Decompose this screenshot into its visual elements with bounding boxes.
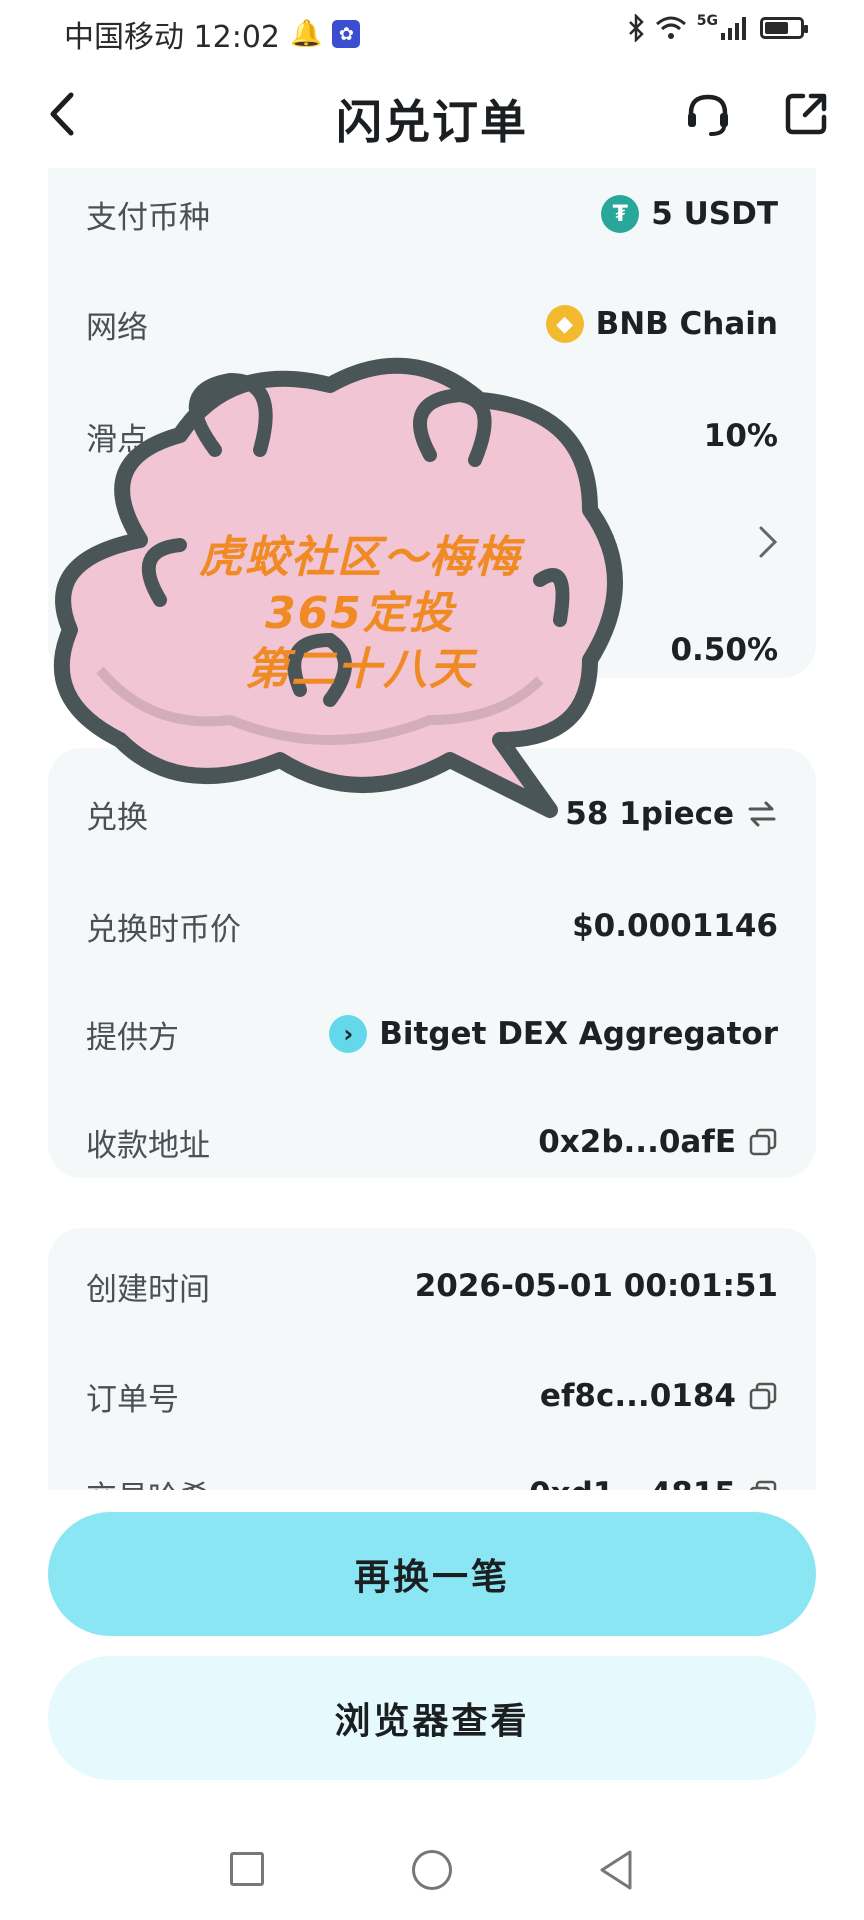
swap-again-button[interactable]: 再换一笔 (48, 1512, 816, 1636)
tx-hash-row: 交易哈希 0xd1...4815 (86, 1464, 778, 1490)
row-label: 交易哈希 (86, 1472, 210, 1491)
copy-icon[interactable] (748, 1479, 778, 1490)
tx-hash-value: 0xd1...4815 (529, 1476, 736, 1490)
status-left: 中国移动 12:02 🔔 ✿ (64, 12, 361, 56)
battery-icon (760, 17, 808, 39)
provider-value: Bitget DEX Aggregator (379, 1016, 778, 1052)
pay-coin-value: 5 USDT (651, 196, 778, 232)
sticker-line-3: 第二十八天 (245, 644, 475, 695)
share-button[interactable] (778, 86, 834, 142)
order-info-card: 创建时间 2026-05-01 00:01:51 订单号 ef8c...0184… (48, 1228, 816, 1490)
row-label: 创建时间 (86, 1271, 210, 1308)
order-id-value: ef8c...0184 (539, 1378, 736, 1414)
status-bar: 中国移动 12:02 🔔 ✿ 5G (0, 0, 864, 64)
network-value: BNB Chain (595, 306, 778, 342)
row-value: › Bitget DEX Aggregator (329, 1015, 778, 1053)
network-type-label: 5G (696, 13, 718, 29)
row-label: 收款地址 (86, 1127, 210, 1164)
row-label: 兑换时币价 (86, 911, 241, 948)
sticker-text: 虎蛟社区～梅梅 365定投 第二十八天 (130, 530, 590, 698)
bnb-coin-icon: ◆ (545, 305, 584, 343)
slippage-value: 10% (703, 418, 778, 454)
fee-value: 0.50% (670, 632, 778, 668)
wifi-icon (655, 16, 686, 39)
row-label: 提供方 (86, 1019, 179, 1056)
bluetooth-icon (628, 14, 644, 42)
headset-icon (688, 94, 728, 136)
bitget-logo-icon: › (329, 1015, 368, 1053)
row-label: 订单号 (86, 1381, 179, 1418)
external-link-icon (785, 93, 827, 135)
back-triangle-icon[interactable] (596, 1848, 636, 1892)
row-value: ef8c...0184 (540, 1378, 778, 1414)
sticker-line-1: 虎蛟社区～梅梅 (199, 532, 521, 583)
nav-bar: 闪兑订单 (0, 64, 864, 168)
system-nav-bar (0, 1800, 864, 1920)
signal-icon (721, 17, 746, 40)
carrier-time: 中国移动 12:02 (64, 20, 280, 55)
usdt-coin-icon: ₮ (601, 195, 640, 233)
address-row: 收款地址 0x2b...0afE (86, 1112, 778, 1172)
status-right: 5G (627, 13, 808, 42)
sticker-line-2: 365定投 (265, 588, 455, 639)
chevron-right-icon[interactable] (758, 525, 778, 559)
provider-row: 提供方 › Bitget DEX Aggregator (86, 1004, 778, 1064)
created-time-value: 2026-05-01 00:01:51 (414, 1268, 778, 1304)
row-value: 0xd1...4815 (529, 1476, 778, 1490)
copy-icon[interactable] (748, 1381, 778, 1411)
swap-price-value: $0.0001146 (572, 908, 778, 944)
address-value: 0x2b...0afE (538, 1124, 736, 1160)
row-value: 0x2b...0afE (538, 1124, 778, 1160)
notification-bell-icon: 🔔 (290, 19, 323, 49)
home-icon[interactable] (412, 1850, 452, 1890)
pay-coin-row: 支付币种 ₮ 5 USDT (86, 184, 778, 244)
swap-icon[interactable] (746, 799, 778, 829)
created-time-row: 创建时间 2026-05-01 00:01:51 (86, 1256, 778, 1316)
row-value: ₮ 5 USDT (601, 195, 778, 233)
app-notification-icon: ✿ (332, 20, 361, 48)
copy-icon[interactable] (748, 1127, 778, 1157)
support-button[interactable] (680, 86, 736, 142)
row-value: ◆ BNB Chain (545, 305, 778, 343)
order-id-row: 订单号 ef8c...0184 (86, 1366, 778, 1426)
row-label: 支付币种 (86, 199, 210, 236)
swap-price-row: 兑换时币价 $0.0001146 (86, 896, 778, 956)
view-in-explorer-button[interactable]: 浏览器查看 (48, 1656, 816, 1780)
recent-apps-icon[interactable] (230, 1852, 264, 1886)
